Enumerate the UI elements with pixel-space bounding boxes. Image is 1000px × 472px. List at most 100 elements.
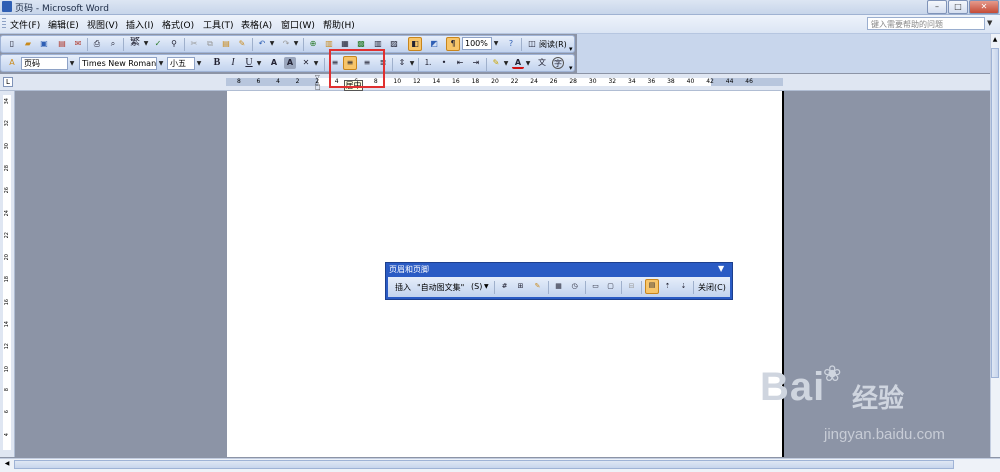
menu-format[interactable]: 格式(O) (162, 18, 194, 31)
insert-page-count-icon[interactable]: ⊞ (515, 281, 526, 292)
scroll-up-icon[interactable]: ▲ (991, 36, 999, 46)
zoom-dropdown-icon[interactable]: ▼ (492, 37, 500, 50)
open-icon[interactable]: ▰ (22, 38, 34, 50)
autotext-dropdown-icon[interactable]: ▼ (484, 283, 489, 290)
hyperlink-icon[interactable]: ⊕ (307, 38, 319, 50)
style-combo[interactable]: 页码 (21, 57, 68, 70)
enclose-char-button[interactable]: 字 (552, 57, 564, 69)
italic-button[interactable]: I (227, 57, 239, 69)
vertical-scroll-thumb[interactable] (991, 48, 999, 378)
phonetic-guide-button[interactable]: 文 (536, 57, 548, 69)
toolbar-options-icon[interactable]: ▾ (569, 45, 573, 53)
font-combo[interactable]: Times New Roman (79, 57, 157, 70)
paste-icon[interactable]: ▤ (220, 38, 232, 50)
char-border-button[interactable]: A (268, 57, 280, 69)
same-as-previous-icon[interactable]: ⊟ (626, 281, 637, 292)
cut-icon[interactable]: ✂ (188, 38, 200, 50)
read-mode-icon[interactable]: ◫ (526, 38, 538, 50)
style-dropdown-icon[interactable]: ▼ (68, 57, 76, 70)
menu-edit[interactable]: 编辑(E) (48, 18, 79, 31)
document-map-icon[interactable]: ◧ (408, 37, 422, 51)
help-icon[interactable]: ? (505, 38, 517, 50)
word-app-icon[interactable] (2, 1, 12, 12)
scroll-left-icon[interactable]: ◀ (2, 460, 12, 469)
show-previous-icon[interactable]: ⇡ (662, 281, 673, 292)
show-next-icon[interactable]: ⇣ (678, 281, 689, 292)
underline-button[interactable]: U (243, 57, 255, 69)
spelling-icon[interactable]: ✓ (152, 38, 164, 50)
char-scale-icon[interactable]: ✕ (300, 57, 312, 69)
trad-dropdown-icon[interactable]: ▼ (142, 37, 150, 50)
close-window-button[interactable]: ✕ (969, 0, 999, 14)
toolbar-separator (621, 281, 622, 294)
menu-table[interactable]: 表格(A) (241, 18, 272, 31)
traditional-chinese-icon[interactable]: 繁 (127, 37, 143, 49)
insert-page-number-icon[interactable]: # (499, 281, 510, 292)
font-color-dropdown-icon[interactable]: ▼ (524, 57, 532, 70)
show-hide-icon[interactable]: ◩ (428, 38, 440, 50)
research-icon[interactable]: ⚲ (168, 38, 180, 50)
menu-view[interactable]: 视图(V) (87, 18, 118, 31)
help-search-input[interactable]: 键入需要帮助的问题 (867, 17, 985, 30)
bold-button[interactable]: B (211, 57, 223, 69)
format-page-number-icon[interactable]: ✎ (532, 281, 543, 292)
highlight-dropdown-icon[interactable]: ▼ (502, 57, 510, 70)
menu-insert[interactable]: 插入(I) (126, 18, 154, 31)
print-icon[interactable]: ⎙ (91, 38, 103, 50)
menu-grip[interactable] (2, 18, 6, 29)
toolbar-menu-icon[interactable]: ▼ (718, 264, 724, 273)
font-size-combo[interactable]: 小五 (167, 57, 195, 70)
menu-tools[interactable]: 工具(T) (203, 18, 234, 31)
font-dropdown-icon[interactable]: ▼ (157, 57, 165, 70)
highlight-icon[interactable]: ✎ (490, 57, 502, 69)
increase-indent-icon[interactable]: ⇥ (470, 57, 482, 69)
redo-icon[interactable]: ↷ (280, 38, 292, 50)
toolbar-options-icon[interactable]: ▾ (569, 64, 573, 72)
maximize-button[interactable]: □ (948, 0, 968, 14)
insert-date-icon[interactable]: ▦ (553, 281, 564, 292)
redo-dropdown-icon[interactable]: ▼ (292, 37, 300, 50)
ruler-tick-label: 6 (256, 78, 261, 85)
styles-pane-icon[interactable]: A (6, 57, 18, 69)
copy-icon[interactable]: ⧉ (204, 38, 216, 50)
undo-icon[interactable]: ↶ (256, 38, 268, 50)
underline-dropdown-icon[interactable]: ▼ (255, 57, 263, 70)
switch-header-footer-icon[interactable]: ▤ (645, 279, 659, 294)
vruler-tick-label: 18 (4, 276, 10, 283)
insert-time-icon[interactable]: ◷ (569, 281, 580, 292)
menu-help[interactable]: 帮助(H) (323, 18, 355, 31)
help-dropdown-icon[interactable]: ▼ (987, 17, 996, 30)
numbering-icon[interactable]: ⒈ (422, 57, 434, 69)
page-setup-icon[interactable]: ▭ (590, 281, 601, 292)
tab-selector[interactable]: L (3, 77, 13, 87)
print-preview-icon[interactable]: ⌕ (107, 38, 119, 50)
drawing-icon[interactable]: ▨ (388, 38, 400, 50)
char-scale-dropdown-icon[interactable]: ▼ (312, 57, 320, 70)
permission-icon[interactable]: ▤ (56, 38, 68, 50)
show-formatting-icon[interactable]: ¶ (446, 37, 460, 51)
read-mode-button[interactable]: 阅读(R) (539, 39, 567, 50)
char-shading-button[interactable]: A (284, 57, 296, 69)
format-painter-icon[interactable]: ✎ (236, 38, 248, 50)
undo-dropdown-icon[interactable]: ▼ (268, 37, 276, 50)
hf-insert-label[interactable]: 插入 (395, 282, 411, 293)
minimize-button[interactable]: – (927, 0, 947, 14)
save-icon[interactable]: ▣ (38, 38, 50, 50)
email-icon[interactable]: ✉ (72, 38, 84, 50)
toolbar-separator (324, 58, 325, 71)
menu-file[interactable]: 文件(F) (10, 18, 40, 31)
size-dropdown-icon[interactable]: ▼ (195, 57, 203, 70)
zoom-combo[interactable]: 100% (462, 37, 492, 50)
font-color-button[interactable]: A (512, 57, 524, 69)
autotext-button[interactable]: "自动图文集" (417, 282, 464, 293)
horizontal-scroll-thumb[interactable] (14, 460, 954, 469)
menu-window[interactable]: 窗口(W) (281, 18, 315, 31)
decrease-indent-icon[interactable]: ⇤ (454, 57, 466, 69)
new-document-icon[interactable]: ▯ (6, 38, 18, 50)
autotext-shortcut[interactable]: (S) (471, 282, 482, 291)
close-header-footer-button[interactable]: 关闭(C) (698, 282, 726, 293)
show-document-text-icon[interactable]: ▢ (605, 281, 616, 292)
line-spacing-dropdown-icon[interactable]: ▼ (408, 57, 416, 70)
bullets-icon[interactable]: • (438, 57, 450, 69)
line-spacing-icon[interactable]: ⇕ (396, 57, 408, 69)
